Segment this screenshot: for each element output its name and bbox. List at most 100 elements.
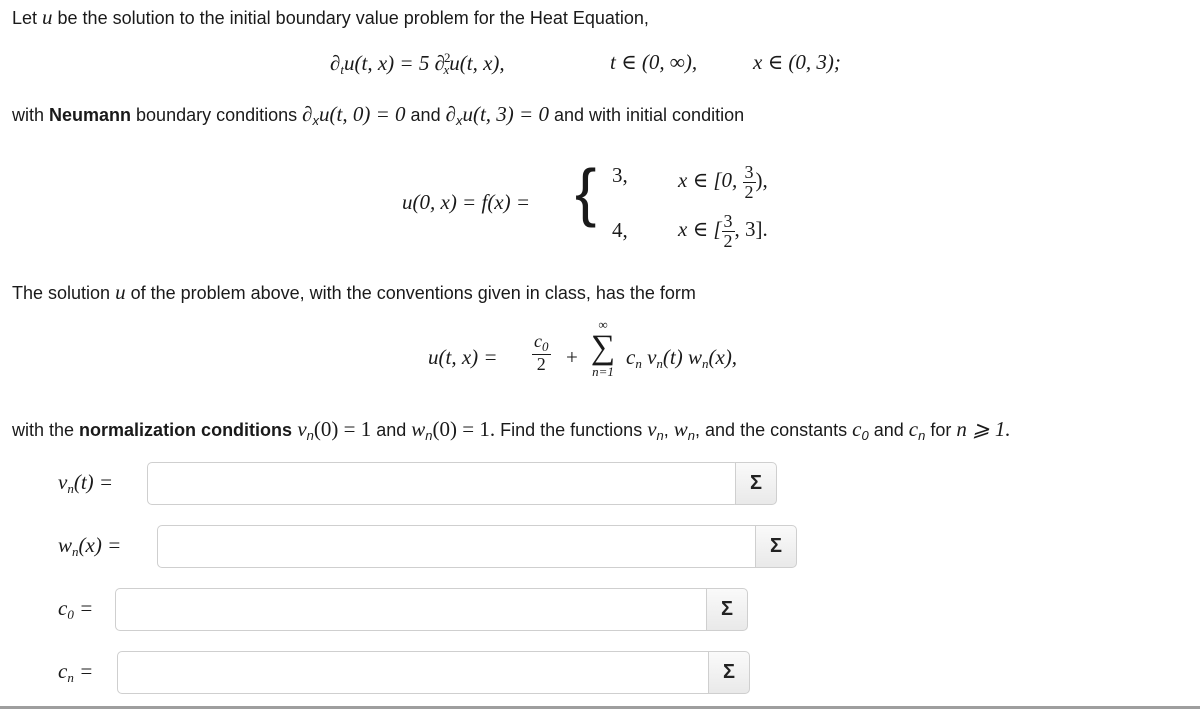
ic-lhs: u(0, x) = f(x) = — [402, 190, 531, 214]
bc-cond: u(t, 0) = 0 — [319, 102, 406, 126]
norm-text: for — [925, 420, 957, 440]
wn-input-field[interactable] — [157, 525, 760, 568]
bc-cond: ∂ — [302, 102, 313, 126]
fraction: c0 2 — [532, 332, 551, 373]
ic-domain-part: x ∈ [0, — [678, 167, 738, 192]
fraction-den: 2 — [744, 182, 754, 202]
pde-part: u(t, x), — [449, 51, 505, 75]
fraction: 32 — [721, 211, 735, 251]
term-sub: n — [635, 356, 642, 371]
fraction-den: 2 — [723, 231, 733, 251]
wn-equation-editor-button[interactable]: Σ — [755, 525, 797, 568]
term-part: (x), — [708, 345, 738, 369]
solution-text: The solution u of the problem above, wit… — [12, 280, 696, 305]
sigma-icon: Σ — [720, 598, 733, 620]
sum-lower: n=1 — [592, 364, 614, 379]
norm-math: v — [292, 417, 307, 441]
term-part: w — [687, 345, 702, 369]
norm-sub: n — [306, 428, 314, 443]
sigma-icon: Σ — [769, 535, 782, 557]
norm-text: with the — [12, 420, 80, 440]
pde-part: u(t, x) = 5 ∂ — [344, 51, 445, 75]
term-part: c — [626, 345, 636, 369]
norm-sub: n — [687, 428, 696, 443]
vn-input[interactable] — [148, 463, 738, 504]
bc-text: and with initial condition — [548, 105, 745, 125]
cn-label: cn = — [58, 659, 93, 686]
sigma-symbol: ∑ — [590, 329, 616, 366]
norm-math: v — [647, 417, 657, 441]
ic-case2-domain: x ∈ [3 2, 3]. — [678, 212, 768, 250]
fraction-num: 3 — [721, 211, 735, 232]
vn-input-field[interactable] — [147, 462, 739, 505]
series-term: cn vn(t) wn(x), — [626, 345, 737, 372]
label-rest: = — [73, 596, 94, 620]
pde-equation: ∂tu(t, x) = 5 ∂2xu(t, x), — [330, 50, 505, 78]
c0-input[interactable] — [116, 589, 712, 630]
norm-sub: n — [425, 428, 433, 443]
fraction-den: 2 — [536, 354, 546, 374]
norm-sub: n — [656, 428, 664, 443]
c0-label: c0 = — [58, 596, 93, 623]
vn-label: vn(t) = — [58, 470, 113, 497]
sigma-icon: Σ — [722, 661, 735, 683]
normalization-text: with the normalization conditions vn(0) … — [12, 417, 1011, 443]
label-main: w — [58, 533, 73, 557]
intro-text: Let u be the solution to the initial bou… — [12, 5, 649, 30]
term-part: (t) — [662, 345, 683, 369]
ic-domain-part: ), — [755, 167, 768, 192]
norm-text: and — [371, 420, 412, 440]
solution-text-part: The solution — [12, 283, 116, 303]
norm-math: (0) = 1 — [313, 417, 372, 441]
bc-text: with — [12, 105, 50, 125]
term-part: v — [647, 345, 657, 369]
norm-bold: normalization conditions — [79, 420, 293, 440]
norm-text: , and the constants — [695, 420, 853, 440]
wn-input[interactable] — [158, 526, 759, 567]
norm-text: and — [868, 420, 909, 440]
series-fraction: c0 2 — [532, 332, 551, 373]
solution-text-part: of the problem above, with the conventio… — [125, 283, 696, 303]
fraction: 32 — [742, 162, 756, 202]
wn-label: wn(x) = — [58, 533, 121, 560]
bc-text: boundary conditions — [131, 105, 303, 125]
c0-input-field[interactable] — [115, 588, 713, 631]
label-rest: (x) = — [78, 533, 122, 557]
intro-text-part: be the solution to the initial boundary … — [52, 8, 649, 28]
c-sub: 0 — [542, 339, 549, 354]
ic-case1-domain: x ∈ [0, 3 2), — [678, 163, 768, 201]
norm-sub: 0 — [861, 428, 869, 443]
left-brace: { — [575, 156, 597, 228]
label-rest: = — [73, 659, 94, 683]
ic-case1-value: 3, — [612, 163, 628, 187]
bc-text: and — [405, 105, 446, 125]
intro-text-part: Let — [12, 8, 43, 28]
ic-domain-part: x ∈ [ — [678, 216, 722, 241]
series-lhs: u(t, x) = — [428, 345, 498, 369]
norm-text: , — [663, 420, 674, 440]
cn-input-field[interactable] — [117, 651, 715, 694]
pde-domain-t: t ∈ (0, ∞), — [610, 50, 698, 74]
series-plus: + — [566, 345, 578, 369]
vn-equation-editor-button[interactable]: Σ — [735, 462, 777, 505]
bc-cond: u(t, 3) = 0 — [462, 102, 549, 126]
cn-equation-editor-button[interactable]: Σ — [708, 651, 750, 694]
cn-input[interactable] — [118, 652, 714, 693]
pde-part: ∂ — [330, 51, 341, 75]
c-symbol: c — [534, 331, 542, 351]
pde-domain-x: x ∈ (0, 3); — [753, 50, 841, 74]
var-u: u — [42, 5, 53, 29]
label-main: c — [58, 596, 68, 620]
ic-domain-part: , 3]. — [734, 216, 768, 241]
summation: ∞ ∑ n=1 — [583, 318, 623, 378]
boundary-conditions-text: with Neumann boundary conditions ∂xu(t, … — [12, 102, 744, 128]
norm-math: (0) = 1. — [432, 417, 496, 441]
fraction-num: 3 — [742, 162, 756, 183]
norm-math: c — [908, 417, 919, 441]
bc-cond: ∂ — [445, 102, 456, 126]
norm-text: Find the functions — [495, 420, 648, 440]
c0-equation-editor-button[interactable]: Σ — [706, 588, 748, 631]
ic-case2-value: 4, — [612, 218, 628, 242]
label-rest: (t) = — [73, 470, 114, 494]
norm-math: w — [411, 417, 426, 441]
